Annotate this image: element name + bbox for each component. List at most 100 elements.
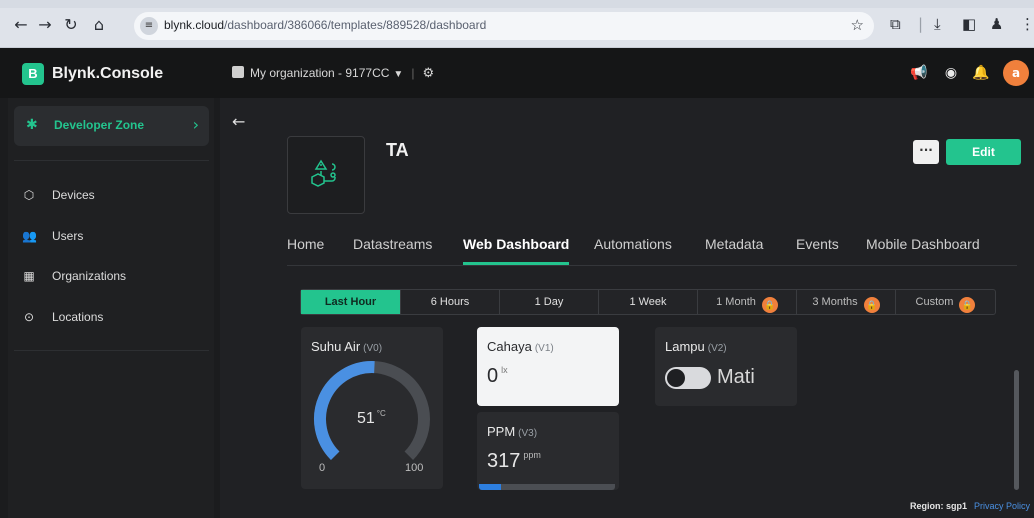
range-label: 1 Day [534, 296, 564, 308]
widget-title-text: Lampu [665, 339, 705, 354]
range-label: 3 Months [812, 296, 858, 308]
widget-cahaya[interactable]: Cahaya (V1) 0 lx [477, 327, 619, 406]
gauge-value: 51 °C [357, 409, 386, 428]
tab-strip [0, 0, 1034, 8]
widget-lampu[interactable]: Lampu (V2) Mati [655, 327, 797, 406]
gauge-max: 100 [405, 462, 424, 474]
back-icon[interactable]: ← [10, 14, 32, 36]
wrench-icon: ✱ [26, 117, 38, 133]
brand-name[interactable]: Blynk.Console [52, 63, 163, 85]
tab-datastreams[interactable]: Datastreams [353, 236, 432, 252]
sidepanel-icon[interactable]: ◧ [962, 14, 976, 34]
sidebar-item-label: Users [52, 229, 84, 243]
range-6-hours[interactable]: 6 Hours [401, 290, 500, 314]
widget-suhu-air[interactable]: Suhu Air (V0) 51 °C 0 100 [301, 327, 443, 489]
tab-events[interactable]: Events [796, 236, 839, 252]
widget-title-text: Cahaya [487, 339, 532, 354]
lampu-toggle-switch[interactable] [665, 367, 711, 389]
widget-title-text: PPM [487, 424, 516, 439]
lock-icon: 🔒 [959, 297, 976, 313]
widget-pin: (V2) [707, 343, 727, 354]
home-icon[interactable]: ⌂ [88, 14, 110, 36]
url-path: /dashboard/386066/templates/889528/dashb… [224, 18, 487, 32]
switch-knob [667, 369, 685, 387]
url-host: blynk.cloud [164, 18, 225, 32]
site-info-icon[interactable]: ≡ [140, 17, 158, 35]
range-label: 6 Hours [430, 296, 470, 308]
chevron-down-icon: ▼ [393, 69, 404, 80]
template-icon [311, 159, 336, 187]
cube-icon: ⬡ [23, 188, 35, 202]
template-image[interactable] [287, 136, 365, 214]
pin-icon: ⊙ [23, 310, 35, 324]
widget-value: 0 lx [487, 365, 508, 388]
brand-logo[interactable]: B [22, 63, 44, 85]
range-1-day[interactable]: 1 Day [500, 290, 599, 314]
range-last-hour[interactable]: Last Hour [301, 290, 401, 314]
reload-icon[interactable]: ↻ [60, 14, 82, 36]
gear-icon[interactable]: ⚙ [422, 65, 434, 80]
megaphone-icon[interactable]: 📢 [908, 62, 930, 84]
back-arrow-icon[interactable]: ← [232, 112, 245, 131]
widget-value: 317 ppm [487, 450, 541, 473]
extensions-icon[interactable]: ⧉ [890, 14, 901, 34]
range-label: 1 Month [716, 296, 756, 308]
download-icon[interactable]: ⤓ [934, 14, 941, 34]
sidebar-item-label: Organizations [52, 269, 127, 283]
bookmark-star-icon[interactable]: ☆ [851, 16, 864, 34]
lock-icon: 🔒 [761, 297, 778, 313]
gauge-min: 0 [319, 462, 326, 474]
building-icon: ▦ [23, 269, 35, 283]
org-name: My organization - 9177CC [250, 66, 390, 80]
region-label: Region: sgp1 [910, 501, 968, 511]
widget-value-text: 317 [487, 450, 521, 472]
switch-state-label: Mati [717, 366, 755, 388]
sidebar-item-locations[interactable]: ⊙ Locations [22, 307, 202, 327]
tab-mobile-dashboard[interactable]: Mobile Dashboard [866, 236, 980, 252]
sidebar-divider [14, 160, 209, 161]
tab-home[interactable]: Home [287, 236, 324, 252]
forward-icon[interactable]: → [34, 14, 56, 36]
sidebar-item-devices[interactable]: ⬡ Devices [22, 185, 202, 205]
range-1-month[interactable]: 1 Month 🔒 [698, 290, 797, 314]
building-icon [232, 66, 244, 78]
address-bar[interactable]: ≡ blynk.cloud/dashboard/386066/templates… [134, 12, 874, 40]
sidebar-item-organizations[interactable]: ▦ Organizations [22, 266, 202, 286]
org-selector[interactable]: My organization - 9177CC ▼ | ⚙ [232, 64, 434, 84]
widget-title: PPM (V3) [487, 424, 537, 439]
sidebar-divider [14, 350, 209, 351]
sidebar-item-label: Devices [52, 188, 95, 202]
notification-bell-icon[interactable]: 🔔 [970, 62, 992, 84]
widget-pin: (V3) [518, 428, 538, 439]
help-icon[interactable]: ◉ [940, 62, 962, 84]
range-label: Last Hour [324, 296, 377, 308]
widget-unit: lx [501, 365, 508, 375]
more-options-button[interactable]: ··· [913, 140, 939, 164]
scrollbar[interactable] [1014, 370, 1019, 490]
chevron-right-icon: › [192, 115, 199, 134]
browser-menu-icon[interactable]: ⋮ [1020, 14, 1034, 34]
edit-button[interactable]: Edit [946, 139, 1021, 165]
privacy-policy-link[interactable]: Privacy Policy [974, 501, 1030, 511]
sidebar-item-label: Locations [52, 310, 104, 324]
toolbar-divider: | [918, 15, 924, 33]
range-1-week[interactable]: 1 Week [599, 290, 698, 314]
range-label: 1 Week [629, 296, 667, 308]
profile-icon[interactable]: ♟ [990, 14, 1003, 34]
range-label: Custom [915, 296, 954, 308]
widget-ppm[interactable]: PPM (V3) 317 ppm [477, 412, 619, 490]
widget-pin: (V1) [534, 343, 554, 354]
sidebar-item-developer-zone[interactable]: ✱ Developer Zone › [14, 106, 209, 146]
tab-web-dashboard[interactable]: Web Dashboard [463, 236, 569, 252]
users-icon: 👥 [22, 229, 37, 243]
tab-metadata[interactable]: Metadata [705, 236, 763, 252]
range-3-months[interactable]: 3 Months 🔒 [797, 290, 896, 314]
lock-icon: 🔒 [863, 297, 880, 313]
ppm-level-bar [479, 484, 615, 490]
gauge-value-text: 51 [357, 410, 375, 427]
tab-automations[interactable]: Automations [594, 236, 672, 252]
avatar[interactable]: a [1003, 60, 1029, 86]
range-custom[interactable]: Custom 🔒 [896, 290, 995, 314]
sidebar-item-users[interactable]: 👥 Users [22, 226, 202, 246]
active-tab-indicator [463, 262, 569, 265]
